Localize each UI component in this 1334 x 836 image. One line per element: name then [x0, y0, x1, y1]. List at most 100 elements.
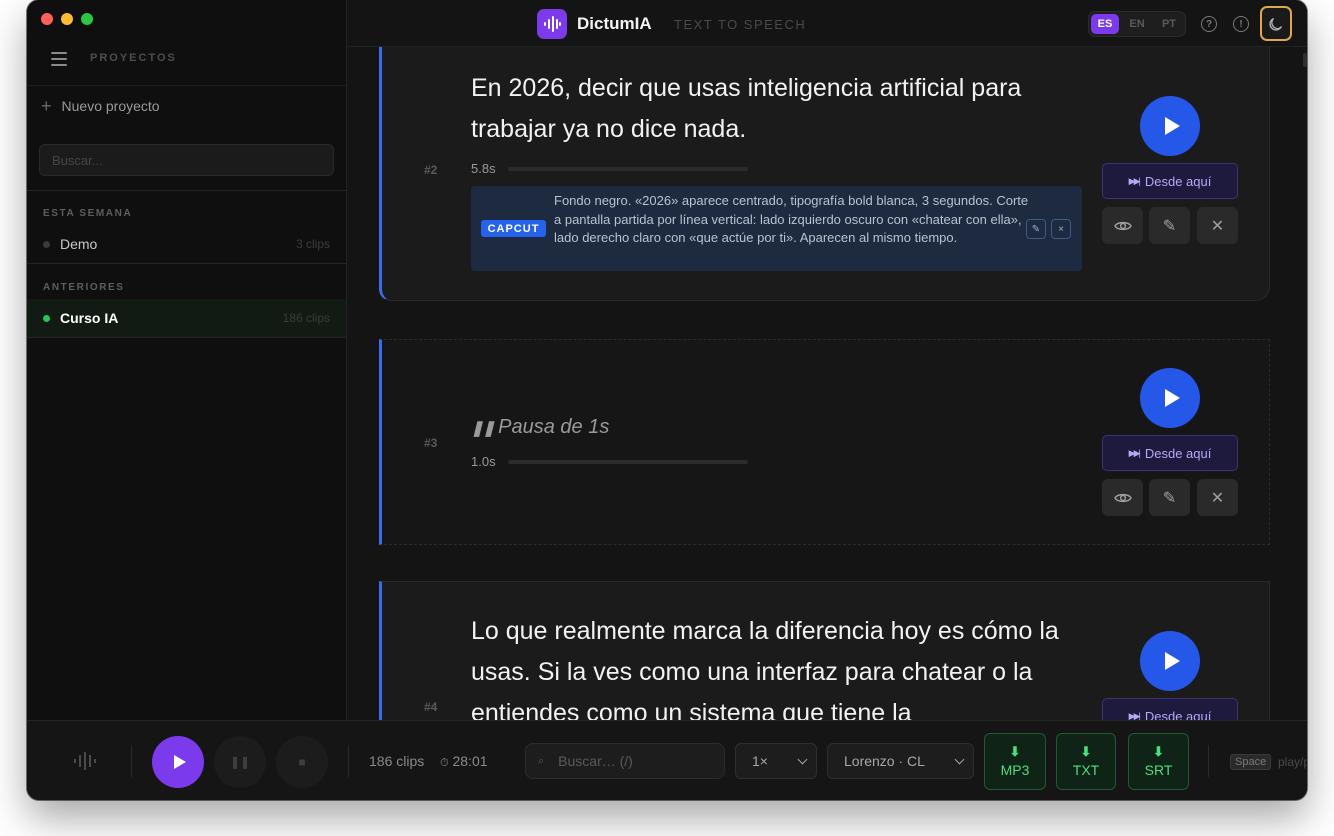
- note-text: Fondo negro. «2026» aparece centrado, ti…: [554, 193, 1029, 245]
- language-option-en[interactable]: EN: [1123, 14, 1151, 34]
- project-item-curso-ia[interactable]: Curso IA 186 clips: [27, 299, 346, 337]
- clip-number: #3: [424, 436, 438, 450]
- delete-note-icon[interactable]: ×: [1051, 219, 1071, 239]
- play-from-here-button[interactable]: ▶▶| Desde aquí: [1102, 435, 1238, 471]
- section-label-older: ANTERIORES: [43, 282, 125, 293]
- clip-card: #4 Lo que realmente marca la diferencia …: [379, 581, 1270, 720]
- clip-list: #2 En 2026, decir que usas inteligencia …: [347, 47, 1307, 720]
- play-from-here-button[interactable]: ▶▶| Desde aquí: [1102, 698, 1238, 720]
- total-duration: ⏱ 28:01: [440, 753, 488, 770]
- divider: [27, 190, 347, 191]
- new-project-label: Nuevo proyecto: [61, 98, 160, 114]
- theme-toggle-button[interactable]: [1260, 6, 1292, 41]
- download-icon: ⬇: [1153, 744, 1164, 759]
- clip-text[interactable]: En 2026, decir que usas inteligencia art…: [471, 68, 1071, 150]
- play-all-button[interactable]: [152, 736, 204, 788]
- chevron-down-icon: [954, 754, 965, 764]
- play-clip-button[interactable]: [1140, 631, 1200, 691]
- shortcut-key: Space: [1230, 754, 1272, 770]
- player-bar: ❚❚ ■ 186 clips ⏱ 28:01 ⌕ Buscar… (/) 1× …: [27, 720, 1307, 800]
- language-option-pt[interactable]: PT: [1155, 14, 1183, 34]
- minimize-window-button[interactable]: [61, 13, 73, 25]
- speed-select[interactable]: 1×: [735, 743, 817, 779]
- sidebar: PROYECTOS + Nuevo proyecto ESTA SEMANA D…: [27, 0, 347, 720]
- divider: [27, 337, 347, 338]
- speed-value: 1×: [752, 753, 768, 769]
- language-option-es[interactable]: ES: [1091, 14, 1119, 34]
- project-clip-count: 3 clips: [295, 237, 330, 251]
- export-mp3-button[interactable]: ⬇ MP3: [984, 733, 1046, 790]
- play-from-here-button[interactable]: ▶▶| Desde aquí: [1102, 163, 1238, 199]
- delete-clip-icon[interactable]: ✕: [1197, 479, 1238, 516]
- menu-icon[interactable]: [51, 52, 67, 66]
- delete-clip-icon[interactable]: ✕: [1197, 207, 1238, 244]
- export-txt-button[interactable]: ⬇ TXT: [1056, 733, 1116, 790]
- pause-label[interactable]: ❚❚ Pausa de 1s: [471, 416, 609, 439]
- sidebar-title: PROYECTOS: [90, 52, 177, 64]
- pause-clip-card: #3 ❚❚ Pausa de 1s 1.0s ▶▶| Desde aquí ✎ …: [379, 339, 1270, 545]
- download-icon: ⬇: [1080, 744, 1092, 759]
- help-icon[interactable]: ?: [1201, 16, 1217, 32]
- note-tag-badge: CAPCUT: [481, 220, 546, 237]
- search-icon: ⌕: [538, 754, 545, 767]
- pause-text: Pausa de 1s: [498, 416, 610, 438]
- moon-icon: [1269, 17, 1283, 31]
- plus-icon: +: [41, 96, 52, 116]
- project-search-input[interactable]: [39, 144, 334, 176]
- export-srt-button[interactable]: ⬇ SRT: [1128, 733, 1189, 790]
- export-label: MP3: [1000, 762, 1030, 778]
- pause-icon: ❚❚: [471, 419, 495, 437]
- edit-clip-icon[interactable]: ✎: [1149, 479, 1190, 516]
- scrollbar[interactable]: [1303, 53, 1307, 67]
- pause-button[interactable]: ❚❚: [214, 736, 266, 788]
- clip-number: #4: [424, 700, 438, 714]
- clip-text[interactable]: Lo que realmente marca la diferencia hoy…: [471, 611, 1071, 720]
- clip-number: #2: [424, 163, 438, 177]
- project-name: Demo: [60, 236, 98, 252]
- shortcut-label: play/pause: [1278, 755, 1307, 769]
- skip-forward-icon: ▶▶|: [1128, 175, 1141, 186]
- clip-search-placeholder: Buscar… (/): [558, 753, 633, 769]
- project-clip-count: 186 clips: [282, 311, 330, 325]
- edit-note-icon[interactable]: ✎: [1026, 219, 1046, 239]
- edit-clip-icon[interactable]: ✎: [1149, 207, 1190, 244]
- play-from-here-label: Desde aquí: [1144, 445, 1212, 461]
- duration-bar: [507, 166, 748, 171]
- production-note: CAPCUT Fondo negro. «2026» aparece centr…: [471, 186, 1082, 271]
- top-bar: DictumIA TEXT TO SPEECH ES EN PT ? !: [347, 0, 1307, 47]
- chevron-down-icon: [797, 754, 808, 764]
- preview-eye-icon[interactable]: [1102, 479, 1143, 516]
- stop-button[interactable]: ■: [276, 736, 328, 788]
- preview-eye-icon[interactable]: [1102, 207, 1143, 244]
- language-switcher: ES EN PT: [1088, 11, 1186, 37]
- close-window-button[interactable]: [41, 13, 53, 25]
- section-label-this-week: ESTA SEMANA: [43, 208, 133, 219]
- export-label: TXT: [1072, 762, 1100, 778]
- clip-search-input[interactable]: ⌕ Buscar… (/): [525, 743, 725, 779]
- play-clip-button[interactable]: [1140, 96, 1200, 156]
- play-from-here-label: Desde aquí: [1144, 173, 1212, 189]
- export-label: SRT: [1144, 762, 1173, 778]
- info-icon[interactable]: !: [1233, 16, 1249, 32]
- play-clip-button[interactable]: [1140, 368, 1200, 428]
- waveform-icon: [74, 752, 96, 775]
- new-project-button[interactable]: + Nuevo proyecto: [41, 96, 160, 116]
- voice-select[interactable]: Lorenzo · CL: [827, 743, 974, 779]
- clock-icon: ⏱: [440, 757, 449, 769]
- clip-card: #2 En 2026, decir que usas inteligencia …: [379, 47, 1270, 301]
- waveform-logo-icon: [537, 9, 567, 39]
- total-duration-value: 28:01: [452, 753, 488, 769]
- maximize-window-button[interactable]: [81, 13, 93, 25]
- app-window: PROYECTOS + Nuevo proyecto ESTA SEMANA D…: [27, 0, 1307, 800]
- clip-duration: 1.0s: [471, 454, 748, 469]
- duration-bar: [507, 459, 748, 464]
- duration-label: 5.8s: [471, 161, 496, 176]
- project-name: Curso IA: [60, 310, 119, 326]
- divider: [131, 745, 132, 777]
- project-status-dot: [43, 240, 50, 248]
- divider: [27, 263, 347, 264]
- download-icon: ⬇: [1009, 744, 1021, 759]
- project-item-demo[interactable]: Demo 3 clips: [27, 225, 346, 263]
- app-subtitle: TEXT TO SPEECH: [674, 17, 807, 32]
- divider: [1208, 745, 1209, 777]
